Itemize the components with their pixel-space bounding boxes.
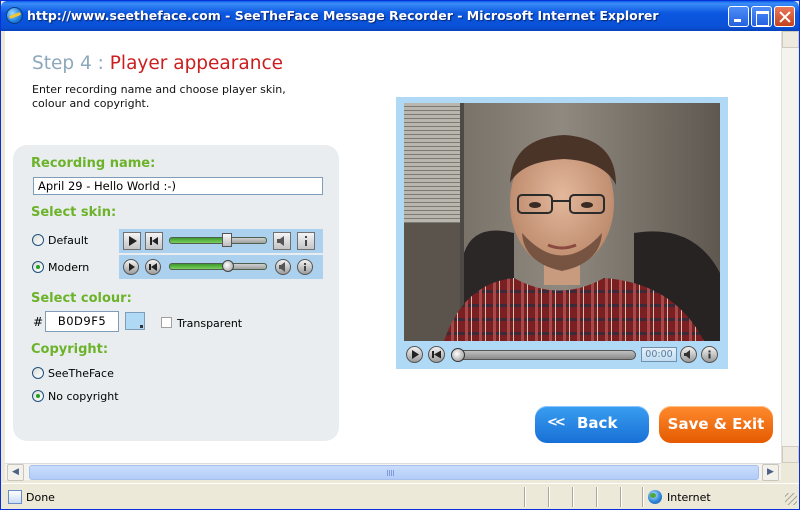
select-colour-label: Select colour: bbox=[31, 291, 132, 306]
video-player: 00:00 bbox=[396, 97, 728, 369]
info-icon bbox=[297, 259, 313, 275]
skin-modern-track bbox=[169, 260, 267, 272]
security-zone-text: Internet bbox=[667, 491, 711, 504]
title-bar[interactable]: http://www.seetheface.com - SeeTheFace M… bbox=[1, 1, 799, 31]
select-skin-label: Select skin: bbox=[31, 205, 117, 220]
scrollbar-corner bbox=[781, 463, 798, 480]
instructions-text: Enter recording name and choose player s… bbox=[32, 83, 286, 110]
scroll-down-arrow[interactable] bbox=[782, 446, 799, 463]
recording-name-input[interactable]: April 29 - Hello World :-) bbox=[33, 177, 323, 195]
scroll-right-arrow[interactable]: ▶ bbox=[762, 464, 779, 481]
window-title: http://www.seetheface.com - SeeTheFace M… bbox=[27, 8, 659, 23]
colour-hex-input[interactable]: B0D9F5 bbox=[45, 311, 119, 332]
skin-default-preview[interactable] bbox=[119, 229, 323, 253]
settings-panel: Recording name: April 29 - Hello World :… bbox=[13, 145, 339, 441]
seek-knob[interactable] bbox=[451, 348, 465, 362]
status-bar: Done Internet bbox=[2, 483, 799, 509]
slider-knob bbox=[222, 260, 234, 272]
status-text: Done bbox=[26, 491, 55, 504]
skin-default-label: Default bbox=[48, 234, 89, 247]
volume-icon[interactable] bbox=[680, 346, 697, 363]
webcam-frame-image bbox=[404, 103, 720, 341]
colour-hash-prefix: # bbox=[33, 315, 44, 329]
transparent-checkbox[interactable] bbox=[161, 317, 172, 328]
play-icon[interactable] bbox=[406, 346, 423, 363]
recording-name-label: Recording name: bbox=[31, 156, 156, 171]
minimize-button[interactable] bbox=[728, 6, 749, 27]
copyright-none-radio[interactable] bbox=[32, 390, 44, 402]
time-display: 00:00 bbox=[641, 347, 677, 362]
internet-explorer-icon bbox=[6, 7, 23, 24]
vertical-scrollbar[interactable] bbox=[781, 31, 799, 463]
step-name: Player appearance bbox=[109, 53, 283, 74]
close-button[interactable] bbox=[774, 6, 795, 27]
skin-modern-preview[interactable] bbox=[119, 255, 323, 279]
rewind-icon bbox=[145, 232, 163, 250]
save-exit-button[interactable]: Save & Exit bbox=[659, 406, 773, 443]
back-button-label: Back bbox=[577, 414, 618, 432]
seek-bar[interactable] bbox=[451, 348, 636, 362]
internet-zone-icon bbox=[648, 490, 662, 504]
play-icon bbox=[123, 232, 141, 250]
volume-icon bbox=[273, 232, 291, 250]
player-controls: 00:00 bbox=[404, 343, 720, 365]
step-number: Step 4 : bbox=[32, 53, 110, 74]
info-icon bbox=[297, 232, 315, 250]
page-content: Step 4 : Player appearance Enter recordi… bbox=[5, 31, 781, 463]
copyright-none-label: No copyright bbox=[48, 390, 119, 403]
copyright-seetheface-label: SeeTheFace bbox=[48, 367, 114, 380]
copyright-seetheface-radio[interactable] bbox=[32, 367, 44, 379]
volume-icon bbox=[275, 259, 291, 275]
horizontal-scrollbar[interactable]: ◀ ▶ bbox=[5, 463, 781, 481]
play-icon bbox=[123, 259, 139, 275]
browser-window: http://www.seetheface.com - SeeTheFace M… bbox=[0, 0, 800, 510]
webcam-video[interactable] bbox=[404, 103, 720, 341]
page-done-icon bbox=[8, 490, 22, 504]
slider-knob bbox=[222, 233, 232, 247]
maximize-button[interactable] bbox=[751, 6, 772, 27]
horizontal-scroll-thumb[interactable] bbox=[29, 465, 759, 480]
info-icon[interactable] bbox=[701, 346, 718, 363]
colour-picker-swatch[interactable] bbox=[125, 312, 145, 330]
skin-modern-label: Modern bbox=[48, 261, 90, 274]
skin-modern-radio[interactable] bbox=[32, 261, 44, 273]
page-title: Step 4 : Player appearance bbox=[32, 53, 283, 74]
scroll-up-arrow[interactable] bbox=[782, 31, 799, 48]
scroll-left-arrow[interactable]: ◀ bbox=[7, 464, 24, 481]
rewind-icon bbox=[145, 259, 161, 275]
skin-default-radio[interactable] bbox=[32, 234, 44, 246]
resize-grip[interactable] bbox=[785, 493, 797, 505]
skin-default-track bbox=[169, 233, 267, 247]
double-chevron-left-icon: << bbox=[547, 415, 566, 430]
copyright-label: Copyright: bbox=[31, 342, 109, 357]
back-button[interactable]: << Back bbox=[535, 406, 649, 443]
rewind-icon[interactable] bbox=[428, 346, 445, 363]
transparent-label: Transparent bbox=[177, 317, 243, 330]
